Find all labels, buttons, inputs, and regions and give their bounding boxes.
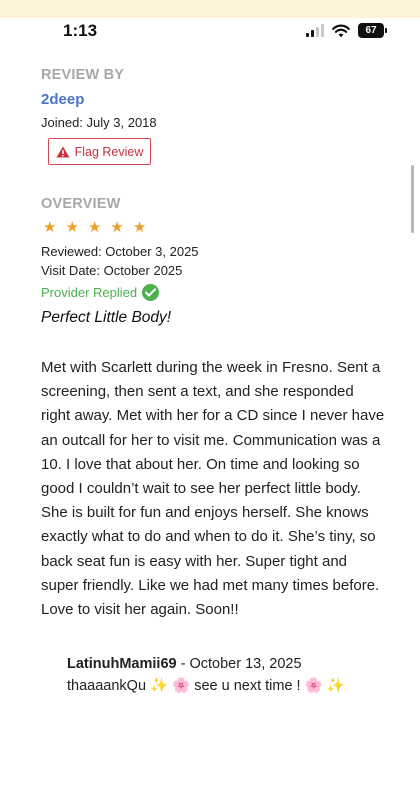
provider-reply: LatinuhMamii69 - October 13, 2025 thaaaa…	[67, 654, 397, 698]
review-title: Perfect Little Body!	[41, 309, 172, 326]
review-body-line: good I couldn’t wait to see her perfect …	[41, 480, 361, 498]
star-rating: ★ ★ ★ ★ ★	[43, 219, 146, 237]
visit-date: Visit Date: October 2025	[41, 263, 183, 278]
flag-review-button[interactable]: Flag Review	[48, 138, 151, 165]
star-icon: ★	[65, 219, 79, 236]
provider-replied-indicator: Provider Replied	[41, 284, 160, 301]
review-body-line: right away. Met with her for a CD since …	[41, 407, 385, 425]
reply-text: thaaaankQu ✨ 🌸 see u next time ! 🌸 ✨	[67, 678, 345, 694]
review-body-line: Love to visit her again. Soon!!	[41, 601, 239, 619]
wifi-icon	[332, 24, 350, 37]
reviewed-date: Reviewed: October 3, 2025	[41, 244, 199, 259]
review-body-line: Met with Scarlett during the week in Fre…	[41, 359, 381, 376]
reply-author: LatinuhMamii69	[67, 656, 177, 672]
reply-date: - October 13, 2025	[176, 656, 302, 672]
review-body-line: screening, then sent a text, and she res…	[41, 383, 354, 401]
star-icon: ★	[110, 219, 124, 236]
review-body-line: exactly what to do and when to do it. Sh…	[41, 528, 376, 546]
scrollbar-thumb[interactable]	[411, 165, 414, 233]
check-circle-icon	[142, 284, 160, 301]
overview-heading: OVERVIEW	[41, 196, 121, 212]
review-body-line: an outcall for her to visit me. Communic…	[41, 431, 381, 449]
cellular-signal-icon	[306, 24, 324, 37]
reviewer-joined-date: Joined: July 3, 2018	[41, 115, 157, 130]
warning-icon	[56, 146, 70, 157]
star-icon: ★	[43, 219, 57, 236]
review-body-line: 10. I love that about her. On time and l…	[41, 455, 360, 473]
flag-review-label: Flag Review	[74, 144, 144, 159]
review-by-heading: REVIEW BY	[41, 67, 125, 83]
reviewer-username-link[interactable]: 2deep	[41, 91, 84, 108]
review-body-line: back seat fun is easy with her. Super ti…	[41, 552, 348, 570]
review-body: Met with Scarlett during the week in Fre…	[41, 356, 391, 622]
review-body-line: super friendly. Like we had met many tim…	[41, 576, 380, 594]
provider-replied-label: Provider Replied	[41, 285, 138, 300]
star-icon: ★	[132, 219, 147, 236]
reply-header: LatinuhMamii69 - October 13, 2025	[67, 654, 397, 674]
status-bar: 1:13 67	[0, 18, 420, 46]
top-banner-strip	[0, 0, 420, 18]
battery-icon: 67	[358, 23, 387, 38]
star-icon: ★	[87, 219, 102, 236]
status-time: 1:13	[63, 21, 98, 40]
review-body-line: She is built for fun and enjoys herself.…	[41, 504, 369, 522]
status-icons: 67	[306, 23, 387, 38]
